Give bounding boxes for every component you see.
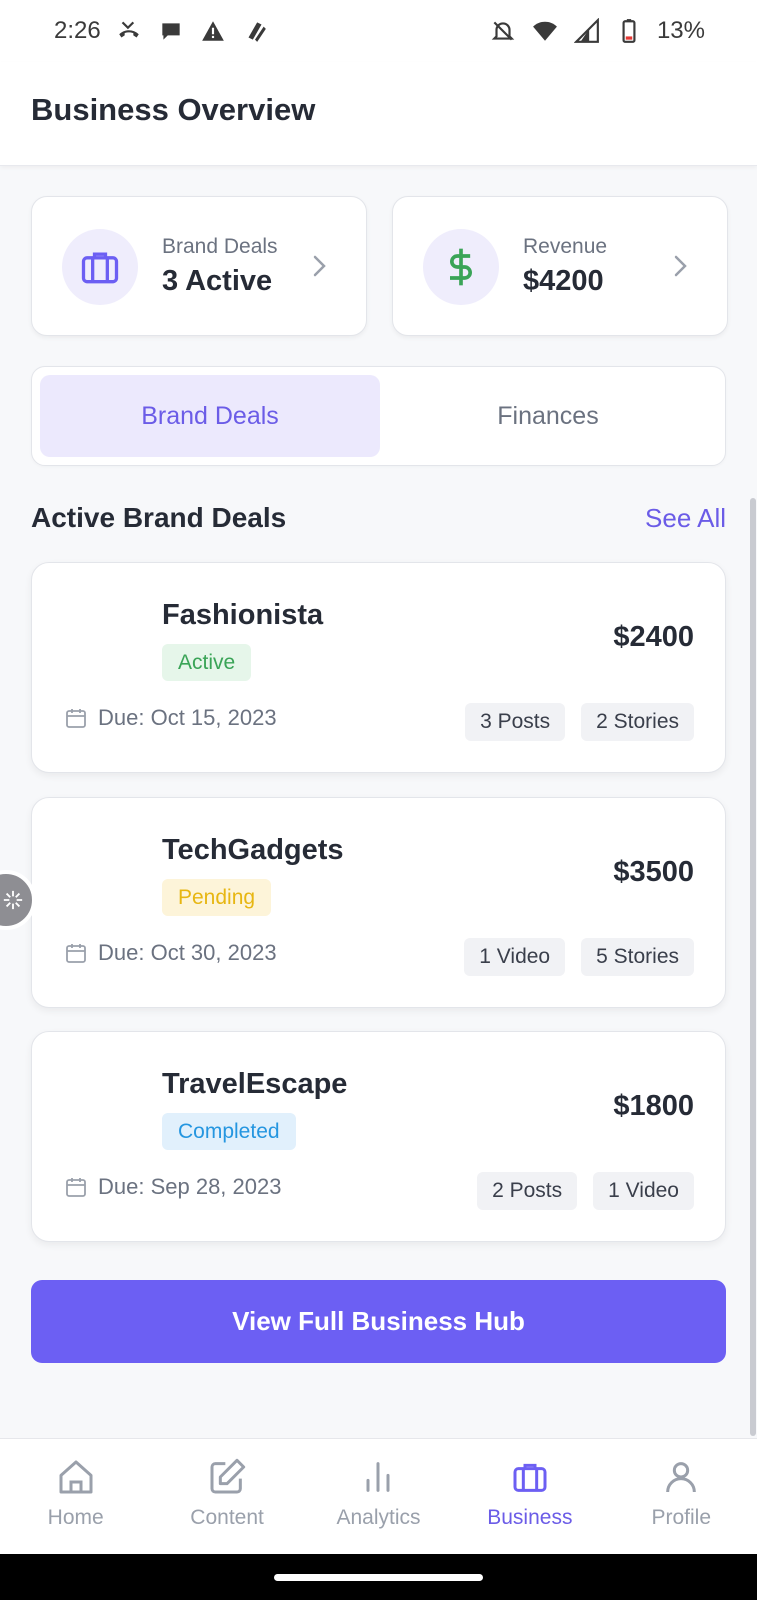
status-bar: 2:26 13%: [0, 0, 757, 62]
dollar-icon: [423, 229, 499, 305]
status-time: 2:26: [54, 17, 101, 44]
due-date-text: Due: Oct 30, 2023: [98, 940, 277, 965]
chevron-right-icon: [313, 255, 326, 277]
deliverable-chip: 3 Posts: [465, 703, 566, 741]
summary-label: Brand Deals: [162, 235, 278, 258]
system-nav-bar: [0, 1554, 757, 1600]
signal-icon: [573, 17, 601, 45]
scrollbar[interactable]: [750, 498, 756, 1436]
deal-amount: $1800: [613, 1090, 694, 1122]
summary-label: Revenue: [523, 235, 608, 258]
deal-name: TechGadgets: [162, 834, 344, 866]
calendar-icon: [66, 1178, 86, 1197]
revenue-summary-card[interactable]: Revenue $4200: [392, 196, 728, 336]
due-date: Due: Sep 28, 2023: [64, 1174, 281, 1200]
nav-label: Profile: [651, 1506, 712, 1529]
deal-card[interactable]: TechGadgets Pending $3500 Due: Oct 30, 2…: [31, 797, 726, 1008]
nav-item-home[interactable]: Home: [0, 1439, 151, 1554]
deliverable-chip: 5 Stories: [581, 938, 694, 976]
nav-item-content[interactable]: Content: [151, 1439, 302, 1554]
app-header: Business Overview: [0, 62, 757, 166]
deliverable-chip: 1 Video: [464, 938, 566, 976]
status-badge: Completed: [162, 1113, 296, 1150]
briefcase-icon: [513, 1463, 547, 1492]
wifi-icon: [531, 17, 559, 45]
business-tabs: Brand Deals Finances: [31, 366, 726, 466]
bottom-nav: Home Content Analytics Business Profile: [0, 1438, 757, 1554]
status-badge: Active: [162, 644, 252, 681]
nav-item-profile[interactable]: Profile: [606, 1439, 757, 1554]
due-date: Due: Oct 15, 2023: [64, 705, 277, 731]
deliverables: 1 Video 5 Stories: [464, 938, 694, 976]
deal-amount: $3500: [613, 856, 694, 888]
user-icon: [666, 1462, 697, 1493]
deliverable-chip: 2 Stories: [581, 703, 694, 741]
tab-brand-deals[interactable]: Brand Deals: [40, 375, 380, 457]
calendar-icon: [66, 709, 86, 728]
tab-finances[interactable]: Finances: [378, 375, 718, 457]
deal-name: TravelEscape: [162, 1068, 348, 1100]
home-gesture-pill[interactable]: [274, 1574, 483, 1581]
deliverable-chip: 2 Posts: [477, 1172, 578, 1210]
nav-item-analytics[interactable]: Analytics: [303, 1439, 454, 1554]
deal-card[interactable]: TravelEscape Completed $1800 Due: Sep 28…: [31, 1031, 726, 1242]
section-title: Active Brand Deals: [31, 502, 287, 533]
nav-label: Content: [190, 1506, 264, 1529]
deliverables: 3 Posts 2 Stories: [465, 703, 694, 741]
view-business-hub-button[interactable]: View Full Business Hub: [31, 1280, 726, 1363]
see-all-link[interactable]: See All: [645, 503, 726, 534]
brand-deals-summary-card[interactable]: Brand Deals 3 Active: [31, 196, 367, 336]
due-date: Due: Oct 30, 2023: [64, 940, 277, 966]
deliverables: 2 Posts 1 Video: [477, 1172, 694, 1210]
app-icon: [241, 17, 269, 45]
nav-label: Home: [47, 1506, 104, 1529]
warning-icon: [199, 17, 227, 45]
battery-percent: 13%: [656, 17, 705, 44]
status-bar-left: 2:26: [54, 17, 269, 45]
chat-icon: [157, 17, 185, 45]
nav-label: Analytics: [336, 1506, 421, 1529]
deliverable-chip: 1 Video: [593, 1172, 694, 1210]
due-date-text: Due: Sep 28, 2023: [98, 1174, 282, 1199]
chevron-right-icon: [674, 255, 687, 277]
deal-amount: $2400: [613, 621, 694, 653]
briefcase-icon: [62, 229, 138, 305]
missed-call-icon: [115, 17, 143, 45]
page-title: Business Overview: [31, 92, 316, 127]
summary-value: $4200: [523, 265, 604, 297]
edit-icon: [210, 1458, 246, 1494]
battery-icon: [615, 17, 643, 45]
status-bar-right: 13%: [489, 17, 705, 45]
sparkle-icon: [3, 890, 23, 910]
deal-name: Fashionista: [162, 599, 324, 631]
summary-value: 3 Active: [162, 265, 273, 297]
calendar-icon: [66, 944, 86, 963]
bar-chart-icon: [366, 1462, 390, 1492]
deal-card[interactable]: Fashionista Active $2400 Due: Oct 15, 20…: [31, 562, 726, 773]
home-icon: [59, 1460, 93, 1494]
due-date-text: Due: Oct 15, 2023: [98, 705, 277, 730]
nav-label: Business: [487, 1506, 573, 1529]
nav-item-business[interactable]: Business: [454, 1439, 605, 1554]
status-badge: Pending: [162, 879, 272, 916]
notifications-off-icon: [489, 17, 517, 45]
